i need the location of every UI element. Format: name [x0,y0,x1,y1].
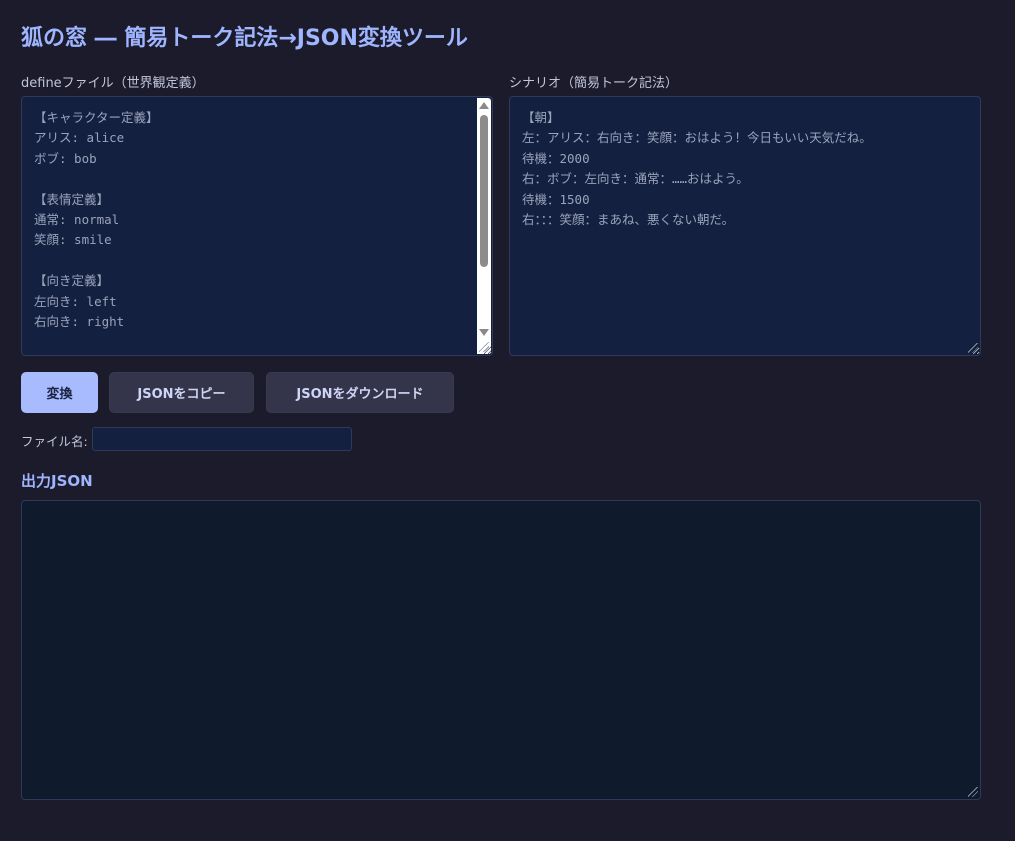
convert-button[interactable]: 変換 [21,372,98,413]
define-content: 【キャラクター定義】 アリス: alice ボブ: bob 【表情定義】 通常:… [34,110,159,330]
define-label: defineファイル（世界観定義） [21,76,205,91]
resize-grip-icon[interactable] [479,342,489,352]
define-scrollbar[interactable] [477,98,491,354]
output-title: 出力JSON [21,472,93,490]
scroll-up-icon[interactable] [479,102,489,109]
output-content [22,501,980,523]
scenario-label: シナリオ（簡易トーク記法） [509,76,679,91]
resize-grip-icon[interactable] [968,787,978,797]
scenario-content: 【朝】 左：アリス：右向き：笑顔：おはよう！今日もいい天気だね。 待機：2000… [522,110,872,228]
scroll-thumb[interactable] [480,115,488,267]
output-json-textarea[interactable] [21,500,981,800]
filename-label: ファイル名: [21,434,88,449]
define-textarea[interactable]: 【キャラクター定義】 アリス: alice ボブ: bob 【表情定義】 通常:… [21,96,493,356]
scroll-down-icon[interactable] [479,329,489,336]
resize-grip-icon[interactable] [968,343,978,353]
download-json-button[interactable]: JSONをダウンロード [266,372,454,413]
page-title: 狐の窓 ― 簡易トーク記法→JSON変換ツール [21,26,468,51]
filename-input[interactable] [92,427,352,451]
scenario-textarea[interactable]: 【朝】 左：アリス：右向き：笑顔：おはよう！今日もいい天気だね。 待機：2000… [509,96,981,356]
copy-json-button[interactable]: JSONをコピー [109,372,254,413]
